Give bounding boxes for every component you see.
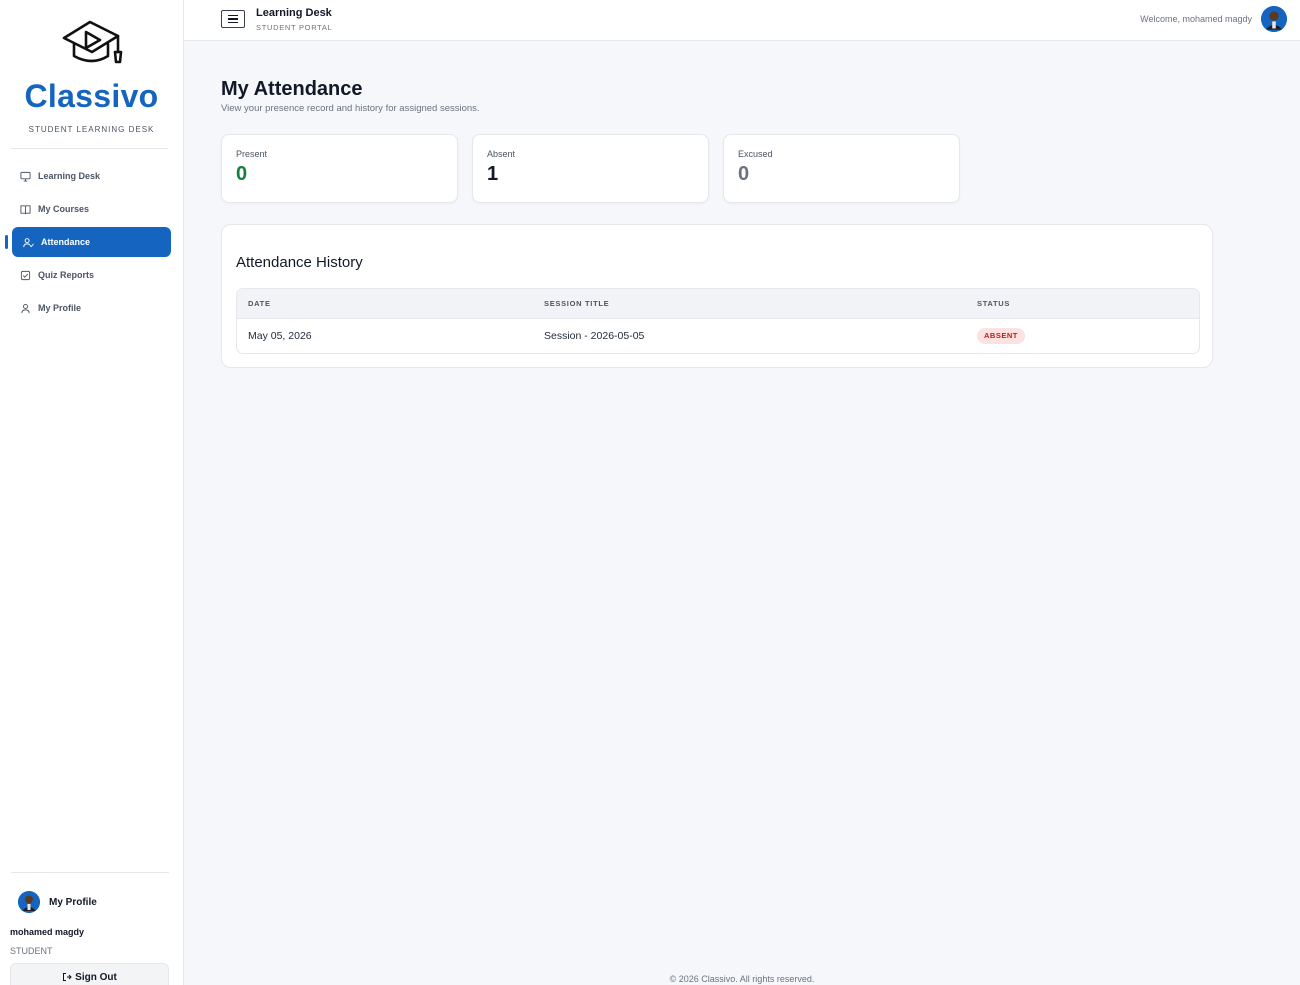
welcome-text: Welcome, mohamed magdy — [1140, 14, 1252, 24]
sidebar-item-label: Learning Desk — [38, 171, 101, 181]
column-header-session-title: SESSION TITLE — [544, 299, 610, 308]
avatar — [18, 891, 40, 913]
active-indicator — [5, 235, 8, 249]
user-role: STUDENT — [10, 946, 53, 956]
table-header: DATE SESSION TITLE STATUS — [237, 289, 1199, 319]
sign-out-button[interactable]: Sign Out — [10, 963, 169, 985]
attendance-history-card: Attendance History DATE SESSION TITLE ST… — [221, 224, 1213, 368]
hamburger-icon — [228, 18, 238, 20]
sidebar-divider — [11, 148, 168, 149]
user-icon — [21, 303, 30, 313]
sidebar-item-label: Attendance — [41, 237, 91, 247]
table-row[interactable]: May 05, 2026 Session - 2026-05-05 ABSENT — [237, 319, 1199, 353]
attendance-history-title: Attendance History — [236, 254, 363, 271]
stat-card-present: Present 0 — [221, 134, 458, 203]
user-check-icon — [23, 237, 34, 247]
hamburger-icon — [228, 14, 238, 17]
top-bar-subtitle: STUDENT PORTAL — [256, 23, 333, 32]
main-content: My Attendance View your presence record … — [221, 78, 960, 203]
stat-label: Excused — [738, 149, 773, 159]
cell-date: May 05, 2026 — [248, 330, 312, 342]
sign-out-label: Sign Out — [75, 971, 117, 983]
status-badge: ABSENT — [977, 328, 1025, 344]
sidebar-item-label: My Courses — [38, 204, 90, 214]
top-bar-title: Learning Desk — [256, 7, 332, 19]
profile-link-label: My Profile — [49, 896, 97, 908]
stat-value: 1 — [487, 163, 499, 185]
brand-subtitle: STUDENT LEARNING DESK — [28, 125, 155, 134]
book-icon — [20, 204, 31, 214]
user-name: mohamed magdy — [10, 927, 85, 937]
sign-out-icon — [63, 973, 72, 981]
hamburger-icon — [228, 21, 238, 24]
monitor-icon — [20, 171, 31, 182]
sidebar-item-label: My Profile — [38, 303, 82, 313]
page-title: My Attendance — [221, 78, 363, 100]
stat-value: 0 — [738, 163, 750, 185]
stat-value: 0 — [236, 163, 248, 185]
sidebar-item-label: Quiz Reports — [38, 270, 95, 280]
footer-copyright: © 2026 Classivo. All rights reserved. — [669, 974, 815, 984]
cell-session-title: Session - 2026-05-05 — [544, 330, 645, 342]
sidebar-item-learning-desk[interactable]: Learning Desk — [12, 161, 171, 191]
column-header-status: STATUS — [977, 299, 1011, 308]
sidebar: Classivo STUDENT LEARNING DESK Learning … — [0, 0, 184, 985]
graduation-cap-icon — [62, 20, 122, 64]
column-header-date: DATE — [248, 299, 271, 308]
sidebar-nav: Learning Desk My Courses Attendance Quiz… — [0, 161, 183, 323]
brand-name: Classivo — [24, 78, 159, 114]
page-subtitle: View your presence record and history fo… — [221, 103, 480, 114]
stat-card-absent: Absent 1 — [472, 134, 709, 203]
sidebar-item-attendance[interactable]: Attendance — [12, 227, 171, 257]
profile-link[interactable]: My Profile — [0, 873, 184, 913]
stat-card-excused: Excused 0 — [723, 134, 960, 203]
user-avatar-icon — [1261, 6, 1287, 32]
menu-toggle-button[interactable] — [221, 10, 245, 28]
logo[interactable]: Classivo STUDENT LEARNING DESK — [0, 0, 183, 134]
avatar[interactable] — [1261, 6, 1287, 32]
checklist-icon — [20, 270, 31, 280]
stats-row: Present 0 Absent 1 Excused 0 — [221, 134, 960, 203]
sidebar-footer: My Profile mohamed magdy STUDENT Sign Ou… — [0, 872, 184, 985]
sidebar-item-my-profile[interactable]: My Profile — [12, 293, 171, 323]
stat-label: Absent — [487, 149, 516, 159]
stat-label: Present — [236, 149, 268, 159]
user-avatar-icon — [18, 891, 40, 913]
sidebar-item-my-courses[interactable]: My Courses — [12, 194, 171, 224]
sidebar-item-quiz-reports[interactable]: Quiz Reports — [12, 260, 171, 290]
top-bar: Learning Desk STUDENT PORTAL Welcome, mo… — [184, 0, 1300, 41]
attendance-table: DATE SESSION TITLE STATUS May 05, 2026 S… — [236, 288, 1200, 354]
